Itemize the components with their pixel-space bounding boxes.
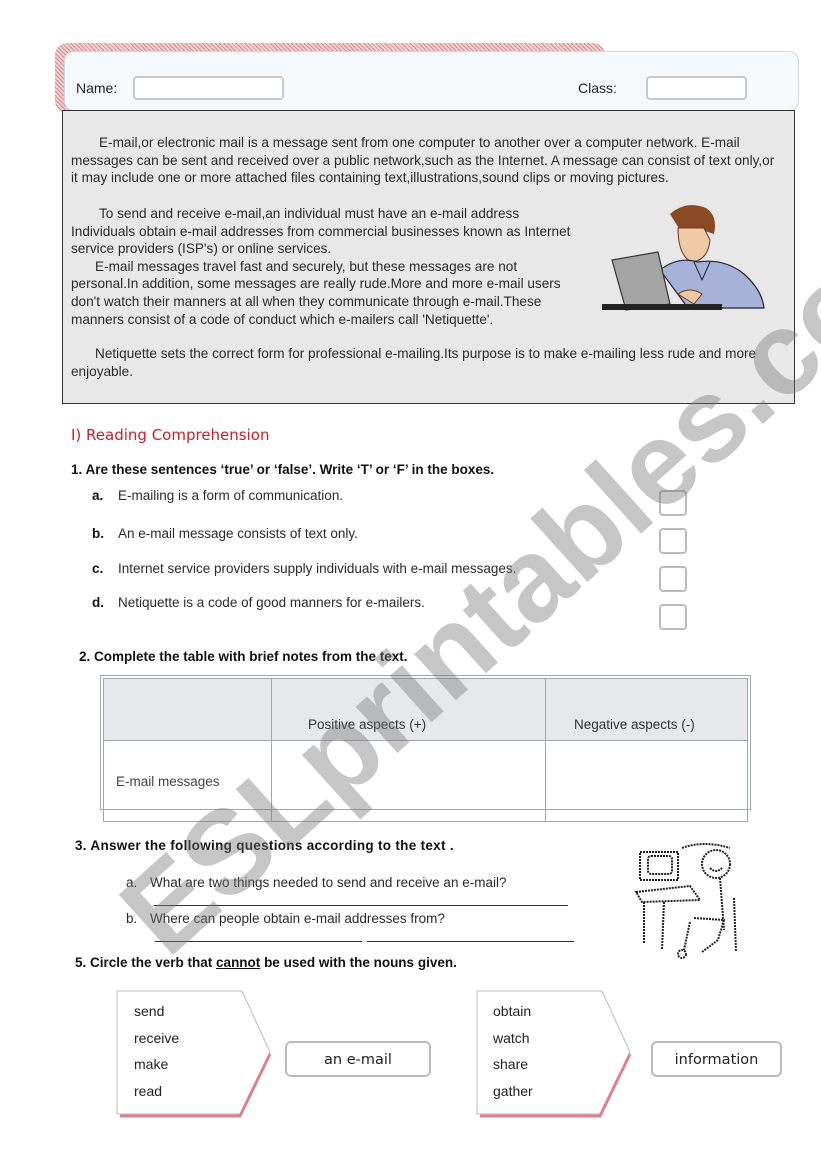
positive-aspects-cell[interactable] bbox=[271, 740, 546, 822]
item-letter: a. bbox=[92, 488, 104, 503]
verb-option[interactable]: watch bbox=[493, 1025, 533, 1052]
passage-paragraph-2-3: To send and receive e-mail,an individual… bbox=[71, 205, 581, 328]
question-letter: a. bbox=[126, 875, 138, 890]
question-5-title: 5. Circle the verb that cannot be used w… bbox=[75, 955, 457, 970]
tf-answer-box-a[interactable] bbox=[659, 490, 687, 516]
tf-answer-box-d[interactable] bbox=[659, 604, 687, 630]
passage-paragraph-1: E-mail,or electronic mail is a message s… bbox=[71, 134, 783, 187]
question-text: Where can people obtain e-mail addresses… bbox=[150, 911, 445, 926]
item-text: An e-mail message consists of text only. bbox=[118, 526, 358, 541]
tf-item: d. Netiquette is a code of good manners f… bbox=[92, 595, 425, 610]
item-letter: d. bbox=[92, 595, 104, 610]
verb-option[interactable]: make bbox=[134, 1051, 179, 1078]
open-question: b. Where can people obtain e-mail address… bbox=[126, 911, 445, 926]
tf-answer-box-c[interactable] bbox=[659, 566, 687, 592]
open-question: a. What are two things needed to send and… bbox=[126, 875, 506, 890]
table-header-positive: Positive aspects (+) bbox=[271, 678, 546, 741]
passage-text: E-mail messages travel fast and securely… bbox=[71, 258, 561, 327]
tf-answer-box-b[interactable] bbox=[659, 528, 687, 554]
verb-option[interactable]: share bbox=[493, 1051, 533, 1078]
verb-option[interactable]: send bbox=[134, 998, 179, 1025]
tf-item: c. Internet service providers supply indi… bbox=[92, 561, 516, 576]
verb-option[interactable]: read bbox=[134, 1078, 179, 1105]
title-text: be used with the nouns given. bbox=[260, 955, 457, 970]
notes-table-frame: Positive aspects (+) Negative aspects (-… bbox=[100, 675, 751, 822]
question-1-title: 1. Are these sentences ‘true’ or ‘false’… bbox=[71, 462, 495, 477]
question-3-title: 3. Answer the following questions accord… bbox=[75, 838, 454, 853]
verb-option[interactable]: obtain bbox=[493, 998, 533, 1025]
verb-list-2: obtain watch share gather bbox=[493, 998, 533, 1104]
item-text: E-mailing is a form of communication. bbox=[118, 488, 344, 503]
man-at-laptop-icon bbox=[602, 205, 765, 311]
verb-option[interactable]: receive bbox=[134, 1025, 179, 1052]
title-emphasis: cannot bbox=[216, 955, 261, 970]
class-label: Class: bbox=[578, 80, 617, 96]
item-text: Netiquette is a code of good manners for… bbox=[118, 595, 425, 610]
passage-text: E-mail,or electronic mail is a message s… bbox=[71, 135, 775, 186]
table-row-label: E-mail messages bbox=[103, 740, 272, 822]
passage-text: Netiquette sets the correct form for pro… bbox=[71, 346, 757, 379]
item-letter: b. bbox=[92, 526, 104, 541]
tf-item: b. An e-mail message consists of text onl… bbox=[92, 526, 358, 541]
class-field[interactable] bbox=[646, 76, 747, 100]
item-text: Internet service providers supply indivi… bbox=[118, 561, 517, 576]
question-letter: b. bbox=[126, 911, 138, 926]
passage-text: To send and receive e-mail,an individual… bbox=[71, 206, 571, 257]
name-field[interactable] bbox=[133, 76, 284, 100]
section-title: I) Reading Comprehension bbox=[71, 426, 270, 444]
table-header-negative: Negative aspects (-) bbox=[545, 678, 748, 741]
noun-box-1: an e-mail bbox=[285, 1041, 431, 1077]
verb-option[interactable]: gather bbox=[493, 1078, 533, 1105]
answer-line-b2[interactable] bbox=[367, 941, 574, 942]
answer-line-b1[interactable] bbox=[155, 941, 362, 942]
passage-paragraph-4: Netiquette sets the correct form for pro… bbox=[71, 345, 783, 380]
table-row: E-mail messages bbox=[103, 740, 748, 822]
name-label: Name: bbox=[76, 80, 118, 96]
verb-list-1: send receive make read bbox=[134, 998, 179, 1104]
question-2-title: 2. Complete the table with brief notes f… bbox=[79, 649, 408, 664]
tf-item: a. E-mailing is a form of communication. bbox=[92, 488, 343, 503]
noun-box-2: information bbox=[651, 1041, 782, 1077]
table-header-row: Positive aspects (+) Negative aspects (-… bbox=[103, 678, 748, 741]
notes-table: Positive aspects (+) Negative aspects (-… bbox=[103, 678, 748, 822]
negative-aspects-cell[interactable] bbox=[545, 740, 748, 822]
answer-line-a[interactable] bbox=[154, 905, 568, 906]
question-text: What are two things needed to send and r… bbox=[150, 875, 507, 890]
item-letter: c. bbox=[92, 561, 104, 576]
stick-figure-computer-icon bbox=[634, 843, 737, 959]
title-text: 5. Circle the verb that bbox=[75, 955, 217, 970]
table-header-cell bbox=[103, 678, 272, 741]
